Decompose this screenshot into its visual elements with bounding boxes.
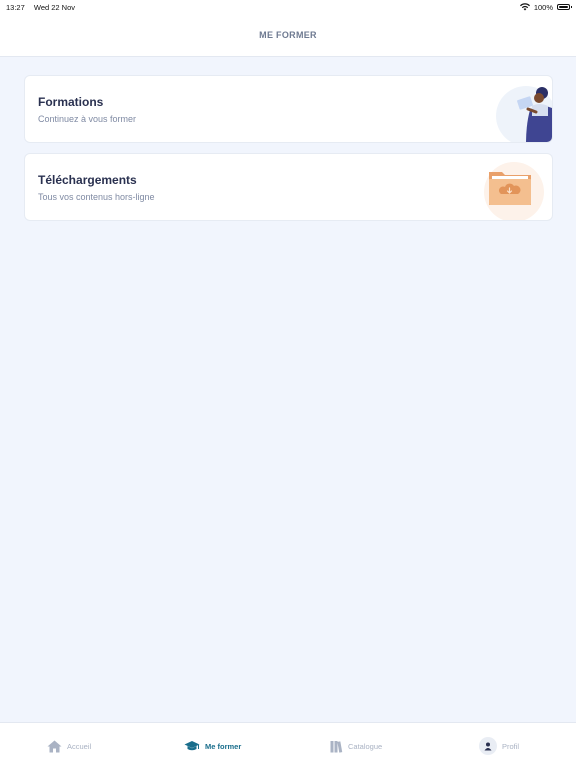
- home-icon: [47, 740, 62, 752]
- formations-card[interactable]: Formations Continuez à vous former: [24, 75, 553, 143]
- status-bar-left: 13:27 Wed 22 Nov: [6, 3, 82, 12]
- battery-percent: 100%: [533, 2, 553, 12]
- tab-accueil[interactable]: Accueil: [47, 737, 91, 755]
- tab-bar: Accueil Me former Catalogue Profil: [0, 722, 576, 768]
- tab-profil[interactable]: Profil: [479, 737, 519, 755]
- download-folder-illustration: [484, 162, 544, 220]
- downloads-card-subtitle: Tous vos contenus hors-ligne: [38, 192, 155, 202]
- status-bar: 13:27 Wed 22 Nov 100%: [0, 0, 576, 14]
- nav-header: ME FORMER: [0, 14, 576, 57]
- tab-catalogue-label: Catalogue: [348, 741, 383, 751]
- person-reading-illustration: [496, 86, 552, 142]
- graduation-cap-icon: [184, 741, 200, 751]
- status-time: 13:27: [6, 2, 25, 12]
- tab-me-former-label: Me former: [205, 741, 242, 751]
- tab-me-former[interactable]: Me former: [184, 737, 241, 755]
- page-title: ME FORMER: [259, 30, 317, 40]
- wifi-icon: [519, 3, 530, 11]
- tab-profil-label: Profil: [502, 741, 520, 751]
- tab-catalogue[interactable]: Catalogue: [330, 737, 382, 755]
- status-bar-right: 100%: [519, 2, 572, 12]
- status-date: Wed 22 Nov: [33, 2, 76, 12]
- books-icon: [330, 740, 343, 753]
- downloads-card-title: Téléchargements: [38, 173, 137, 187]
- battery-icon: [557, 4, 572, 10]
- formations-card-subtitle: Continuez à vous former: [38, 114, 137, 124]
- formations-card-title: Formations: [38, 95, 104, 109]
- user-icon: [484, 742, 492, 750]
- tab-accueil-label: Accueil: [67, 741, 92, 751]
- avatar: [479, 737, 497, 755]
- downloads-card[interactable]: Téléchargements Tous vos contenus hors-l…: [24, 153, 553, 221]
